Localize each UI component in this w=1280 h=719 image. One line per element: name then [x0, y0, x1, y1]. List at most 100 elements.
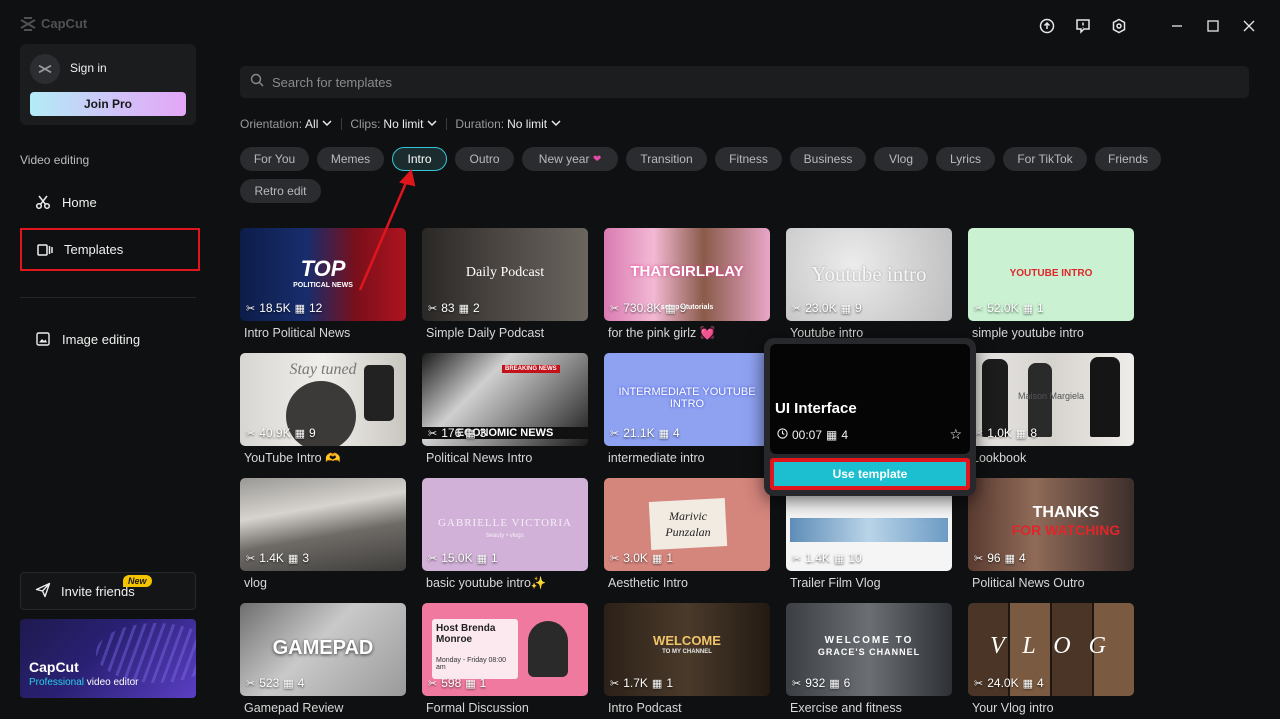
upload-icon[interactable]: [1036, 15, 1058, 37]
template-card[interactable]: INTERMEDIATE YOUTUBE INTRO ✂ 21.1K ▦ 4 int…: [604, 353, 770, 465]
clips-icon: ▦: [283, 677, 294, 690]
template-title: Political News Intro: [426, 451, 533, 465]
clips-icon: ▦: [840, 302, 851, 315]
usage-count: 1.7K: [623, 676, 648, 690]
template-card[interactable]: Daily Podcast ✂ 83 ▦ 2 Simple Daily Podcas…: [422, 228, 588, 340]
settings-icon[interactable]: [1108, 15, 1130, 37]
category-chip-intro[interactable]: Intro: [392, 147, 447, 171]
category-chip-friends[interactable]: Friends: [1095, 147, 1161, 171]
template-preview-video[interactable]: UI Interface 00:07 ▦ 4 ☆: [770, 344, 970, 454]
template-thumbnail: ✂ 1.4K ▦ 3: [240, 478, 406, 571]
clips-icon: ▦: [829, 677, 840, 690]
clip-count: 1: [490, 551, 498, 565]
search-input[interactable]: [272, 74, 1172, 90]
clips-icon: ▦: [1022, 302, 1033, 315]
category-chip-lyrics[interactable]: Lyrics: [936, 147, 995, 171]
usage-count: 40.9K: [259, 426, 291, 440]
minimize-icon[interactable]: [1166, 15, 1188, 37]
template-stats: ✂ 1.4K ▦ 10: [792, 551, 862, 565]
template-card[interactable]: WELCOME TO MY CHANNEL ✂ 1.7K ▦ 1 Intro Pod…: [604, 603, 770, 715]
thumbnail-text: BREAKING NEWS: [502, 365, 560, 373]
template-thumbnail: INTERMEDIATE YOUTUBE INTRO ✂ 21.1K ▦ 4: [604, 353, 770, 446]
template-card[interactable]: TOP POLITICAL NEWS ✂ 18.5K ▦ 12 Intro Poli…: [240, 228, 406, 340]
template-title: Your Vlog intro: [972, 701, 1054, 715]
usage-count: 598: [441, 676, 462, 690]
scissors-icon: ✂: [792, 302, 802, 315]
filter-bar: Orientation: All Clips: No limit Duratio…: [240, 117, 562, 131]
scissors-icon: ✂: [428, 677, 438, 690]
category-chip-retro-edit[interactable]: Retro edit: [240, 179, 321, 203]
category-chip-outro[interactable]: Outro: [455, 147, 514, 171]
thumbnail-landscape: [790, 518, 948, 542]
template-card[interactable]: BREAKING NEWS ECONOMIC NEWS ✂ 176 ▦ 3 Poli…: [422, 353, 588, 465]
clips-filter[interactable]: Clips: No limit: [350, 117, 438, 131]
scissors-icon: ✂: [428, 552, 438, 565]
template-card[interactable]: Marivic Punzalan ✂ 3.0K ▦ 1 Aesthetic Intr…: [604, 478, 770, 590]
thumbnail-text: Monday - Friday 08:00 am: [436, 657, 507, 671]
pro-promo-banner[interactable]: CapCut Professional video editor: [20, 619, 196, 698]
sidebar-item-templates[interactable]: Templates: [20, 228, 200, 271]
promo-title: CapCut: [29, 659, 79, 675]
template-card[interactable]: ✂ 1.4K ▦ 3 vlog: [240, 478, 406, 590]
clips-icon: ▦: [476, 552, 487, 565]
popup-meta: 00:07 ▦ 4: [777, 428, 848, 442]
template-card[interactable]: WELCOME TO GRACE'S CHANNEL ✂ 932 ▦ 6 Exerc…: [786, 603, 952, 715]
sidebar-item-image-editing[interactable]: Image editing: [20, 319, 196, 359]
template-card[interactable]: GAMEPAD ✂ 523 ▦ 4 Gamepad Review: [240, 603, 406, 715]
category-chip-for-you[interactable]: For You: [240, 147, 309, 171]
invite-friends-button[interactable]: Invite friends New: [20, 572, 196, 610]
template-title: Exercise and fitness: [790, 701, 902, 715]
template-stats: ✂ 730.8K ▦ 9: [610, 301, 686, 315]
favorite-star-icon[interactable]: ☆: [949, 426, 962, 443]
template-card[interactable]: V L O G ✂ 24.0K ▦ 4 Your Vlog intro: [968, 603, 1134, 715]
sign-in-link[interactable]: Sign in: [70, 61, 107, 75]
template-title: Gamepad Review: [244, 701, 344, 715]
category-chip-business[interactable]: Business: [790, 147, 866, 171]
chip-label: New year: [538, 152, 590, 166]
usage-count: 730.8K: [623, 301, 662, 315]
usage-count: 1.0K: [987, 426, 1012, 440]
template-card[interactable]: Maison Margiela ✂ 1.0K ▦ 8 Lookbook: [968, 353, 1134, 465]
template-card[interactable]: Stay tuned ✂ 40.9K ▦ 9 YouTube Intro 🫶: [240, 353, 406, 466]
category-chip-new-year[interactable]: New year ❤: [522, 147, 618, 171]
duration-filter[interactable]: Duration: No limit: [455, 117, 562, 131]
scissors-icon: ✂: [610, 302, 620, 315]
promo-graphic: [96, 623, 196, 683]
scissors-icon: ✂: [974, 302, 984, 315]
thumbnail-phone: [364, 365, 394, 421]
avatar[interactable]: [30, 54, 60, 84]
scissors-icon: ✂: [610, 677, 620, 690]
maximize-icon[interactable]: [1202, 15, 1224, 37]
template-card[interactable]: Host Brenda Monroe Monday - Friday 08:00…: [422, 603, 588, 715]
chevron-down-icon: [426, 117, 438, 131]
close-icon[interactable]: [1238, 15, 1260, 37]
feedback-icon[interactable]: [1072, 15, 1094, 37]
template-card[interactable]: THATGIRLPLAY setup • tutorials ✂ 730.8K ▦…: [604, 228, 770, 341]
use-template-button[interactable]: Use template: [770, 458, 970, 490]
category-chip-vlog[interactable]: Vlog: [874, 147, 928, 171]
category-chip-transition[interactable]: Transition: [626, 147, 707, 171]
template-thumbnail: GAMEPAD ✂ 523 ▦ 4: [240, 603, 406, 696]
chevron-down-icon: [321, 117, 333, 131]
search-icon: [250, 73, 264, 92]
scissors-icon: ✂: [792, 552, 802, 565]
category-chip-fitness[interactable]: Fitness: [715, 147, 782, 171]
template-card[interactable]: Youtube intro ✂ 23.0K ▦ 9 Youtube intro: [786, 228, 952, 340]
filter-value: All: [305, 117, 319, 131]
template-card[interactable]: GABRIELLE VICTORIA beauty • vlogs ✂ 15.0K…: [422, 478, 588, 591]
category-chip-memes[interactable]: Memes: [317, 147, 384, 171]
template-stats: ✂ 523 ▦ 4: [246, 676, 304, 690]
template-title: simple youtube intro: [972, 326, 1084, 340]
template-title: Lookbook: [972, 451, 1027, 465]
sidebar-item-home[interactable]: Home: [20, 182, 196, 222]
orientation-filter[interactable]: Orientation: All: [240, 117, 333, 131]
template-card[interactable]: THANKS FOR WATCHING ✂ 96 ▦ 4 Political New…: [968, 478, 1134, 590]
template-thumbnail: Daily Podcast ✂ 83 ▦ 2: [422, 228, 588, 321]
template-title: Political News Outro: [972, 576, 1085, 590]
join-pro-button[interactable]: Join Pro: [30, 92, 186, 116]
filter-label: Orientation:: [240, 117, 303, 131]
template-card[interactable]: YOUTUBE INTRO ✂ 52.0K ▦ 1 simple youtube i…: [968, 228, 1134, 340]
template-thumbnail: V L O G ✂ 24.0K ▦ 4: [968, 603, 1134, 696]
category-chip-for-tiktok[interactable]: For TikTok: [1003, 147, 1087, 171]
clip-count: 12: [308, 301, 323, 315]
